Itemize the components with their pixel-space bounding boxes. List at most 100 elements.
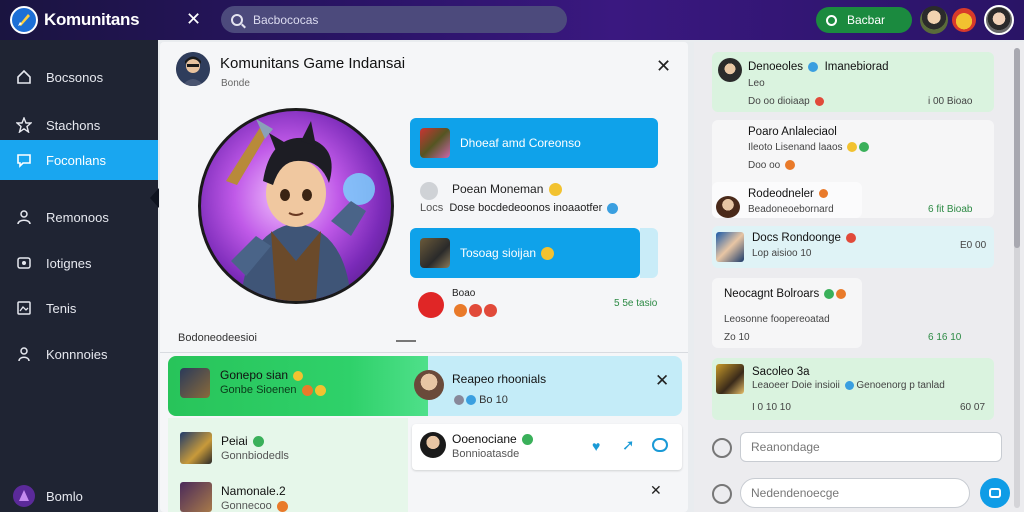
message-bubble[interactable]: Tosoag sioijan (410, 228, 640, 278)
message-input[interactable] (751, 486, 969, 500)
sidebar-item-konnnoies[interactable]: Konnnoies (0, 334, 158, 374)
sidebar-item-tenis[interactable]: Tenis (0, 288, 158, 328)
scrollbar[interactable] (1014, 48, 1020, 508)
sidebar-item-label: Bomlo (46, 488, 83, 504)
send-icon (989, 488, 1001, 498)
hero-character-image (198, 108, 394, 304)
list-avatar (420, 432, 446, 458)
list-item-title: Reapeo rhoonials (452, 372, 547, 386)
reply-input[interactable] (751, 440, 1001, 454)
feed-title: Rodeodneler (748, 188, 829, 200)
feed-meta: I 0 10 10 (752, 402, 791, 413)
list-item[interactable]: Peiai Gonnbiodedls (168, 430, 408, 466)
close-icon[interactable]: ✕ (655, 371, 669, 391)
list-item-subtitle: Bo 10 (452, 394, 508, 406)
brand[interactable]: Komunitans (10, 6, 180, 34)
send-button[interactable] (980, 478, 1010, 508)
sidebar-item-label: Foconlans (46, 152, 106, 168)
reply-field[interactable] (740, 432, 1002, 462)
sidebar-item-bomlo[interactable]: Bomlo (0, 476, 158, 512)
feed-time: 60 07 (960, 402, 986, 413)
list-item[interactable]: Gonepo sian Gonbe Sioenen (168, 356, 428, 416)
group-avatar[interactable] (176, 52, 210, 86)
feed-title: Denoeoles Imanebiorad (748, 61, 889, 73)
list-item[interactable]: Ooenociane Bonnioatasde ♥ ➚ (412, 424, 682, 470)
brand-logo (10, 6, 38, 34)
feed-item[interactable]: Rodeodneler Beadoneoebornard (712, 182, 862, 218)
bubble-tail (640, 228, 658, 278)
emoji-picker-icon[interactable] (712, 438, 732, 458)
feed-body: Lop aisioo 10 (752, 248, 812, 259)
close-icon[interactable]: ✕ (650, 482, 662, 499)
list-avatar (414, 370, 444, 400)
activity-panel: Denoeoles Imanebiorad Leo Do oo dioiaap … (694, 42, 1024, 512)
feed-item[interactable]: Neocagnt Bolroars Leosonne foopereoatad … (712, 278, 862, 348)
scrollbar-thumb[interactable] (1014, 48, 1020, 248)
sidebar-item-label: Iotignes (46, 255, 92, 271)
top-bar: Komunitans ✕ Bacbar (0, 0, 1024, 40)
message-field[interactable] (740, 478, 970, 508)
message-item[interactable]: Boao 5 5e tasio (418, 286, 660, 320)
list-thumbnail (180, 482, 212, 512)
sidebar-item-label: Konnnoies (46, 346, 108, 362)
list-item-title: Namonale.2 (221, 484, 286, 498)
list-item-title: Ooenociane (452, 432, 534, 446)
star-icon (16, 117, 32, 133)
sidebar-item-label: Remonoos (46, 209, 109, 225)
profile-icon (12, 484, 36, 508)
twitter-icon[interactable]: ♥ (592, 438, 600, 454)
message-item[interactable]: Poean Moneman Locs Dose bocdedeoonos ino… (420, 180, 660, 220)
home-icon (16, 69, 32, 85)
close-icon[interactable]: ✕ (656, 56, 671, 77)
separator (160, 352, 688, 353)
share-icon[interactable]: ➚ (622, 436, 635, 454)
list-item-subtitle: Bonnioatasde (452, 448, 520, 460)
sidebar-item-stachons[interactable]: Stachons (0, 105, 158, 145)
list-item[interactable]: Reapeo rhoonials Bo 10 ✕ (414, 356, 682, 416)
list-item-subtitle: Gonbe Sioenen (220, 384, 326, 396)
game-avatar[interactable] (920, 6, 948, 34)
feed-body: Leaoeer Doie insioii Genoenorg p tanlad (752, 380, 945, 391)
feed-avatar (718, 58, 742, 82)
search-icon (231, 13, 243, 26)
people-icon (16, 346, 32, 362)
sidebar-item-foconlans[interactable]: Foconlans (0, 140, 158, 180)
message-text: Tosoag sioijan (460, 246, 555, 261)
top-action-label: Bacbar (847, 13, 886, 27)
search-input[interactable] (253, 12, 533, 27)
feed-body: Leosonne foopereoatad (724, 314, 830, 325)
feed-item[interactable]: Sacoleo 3a Leaoeer Doie insioii Genoenor… (712, 358, 994, 420)
feed-body: Ileoto Lisenand laaos (748, 142, 870, 153)
feed-avatar (716, 196, 740, 218)
feed-meta: Do oo dioiaap (748, 96, 824, 107)
section-label: Bodoneodeesioi (178, 332, 257, 344)
emoji-picker-icon[interactable] (712, 484, 732, 504)
feed-meta: Zo 10 (724, 332, 750, 343)
feed-item[interactable]: Docs Rondoonge Lop aisioo 10 E0 00 (712, 226, 994, 268)
top-action-button[interactable]: Bacbar (816, 7, 912, 33)
feed-avatar (716, 364, 744, 394)
reply-icon (420, 182, 438, 200)
feed-title: Sacoleo 3a (752, 366, 810, 378)
list-thumbnail (180, 368, 210, 398)
chat-bubble-icon[interactable] (652, 438, 668, 452)
feed-time: 6 fit Bioab (928, 204, 973, 215)
chat-icon (16, 152, 32, 168)
chat-title: Komunitans Game Indansai (220, 54, 406, 72)
message-sender: Boao (452, 288, 476, 299)
user-avatar[interactable] (984, 5, 1014, 35)
notification-avatar[interactable] (952, 8, 976, 32)
sidebar-item-iotignes[interactable]: Iotignes (0, 243, 158, 283)
feed-title: Poaro Anlaleciaol (748, 126, 837, 138)
feed-avatar (716, 232, 744, 262)
sidebar-item-remonoos[interactable]: Remonoos (0, 197, 158, 237)
message-bubble[interactable]: Dhoeaf amd Coreonso (410, 118, 658, 168)
list-item[interactable]: Namonale.2 Gonnecoo (168, 480, 408, 512)
sidebar-item-bocsonos[interactable]: Bocsonos (0, 57, 158, 97)
close-icon[interactable]: ✕ (186, 9, 201, 30)
list-thumbnail (180, 432, 212, 464)
feed-item[interactable]: Denoeoles Imanebiorad Leo Do oo dioiaap … (712, 52, 994, 112)
message-text: Dhoeaf amd Coreonso (460, 136, 581, 150)
message-time: 5 5e tasio (614, 298, 658, 309)
search-bar[interactable] (221, 6, 567, 33)
